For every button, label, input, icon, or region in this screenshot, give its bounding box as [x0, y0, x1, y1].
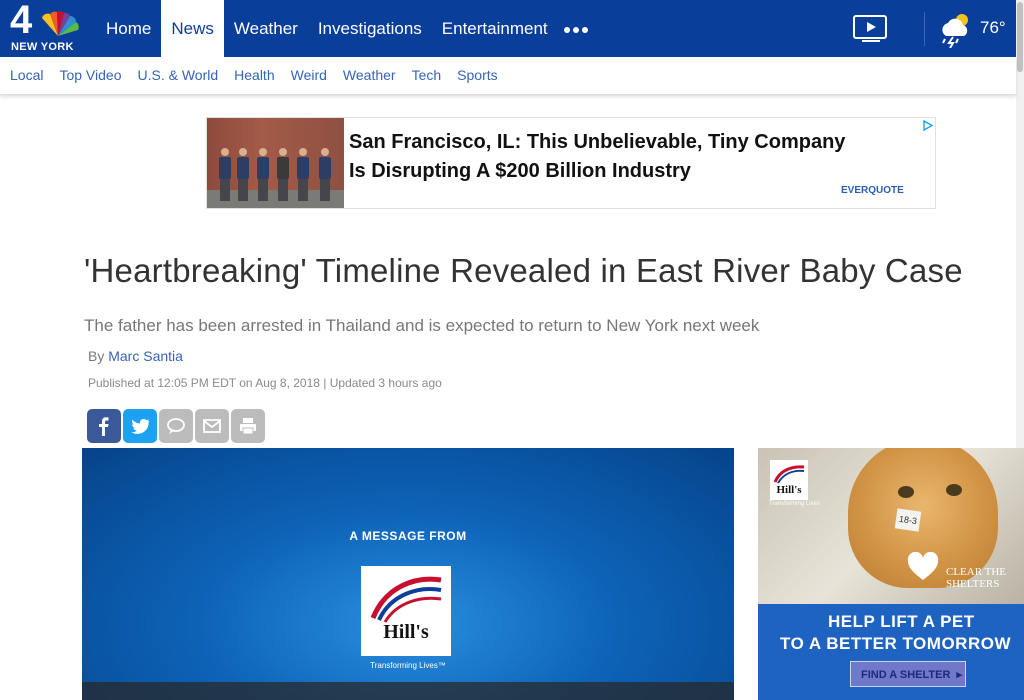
- comment-share-button[interactable]: [159, 409, 193, 443]
- side-advertisement[interactable]: 18-3 Hill's Transforming Lives CLEAR THE…: [758, 448, 1024, 700]
- twitter-icon: [131, 418, 150, 434]
- subnav-item-us-world[interactable]: U.S. & World: [137, 57, 218, 94]
- ad-brand: EVERQUOTE: [841, 185, 904, 196]
- find-shelter-button[interactable]: FIND A SHELTER ▸: [850, 661, 966, 687]
- current-temperature[interactable]: 76°: [980, 18, 1006, 38]
- subnav-item-tech[interactable]: Tech: [412, 57, 442, 94]
- logo-city: NEW YORK: [11, 41, 74, 53]
- article-subtitle: The father has been arrested in Thailand…: [84, 316, 760, 335]
- side-ad-brand: Hill's: [776, 484, 802, 496]
- hills-arc-icon: [370, 576, 442, 623]
- hills-mini-arc-icon: [773, 465, 805, 484]
- scrollbar-thumb[interactable]: [1017, 2, 1023, 72]
- hills-wordmark: Hill's: [383, 621, 429, 643]
- ad-headline-line1: San Francisco, IL: This Unbelievable, Ti…: [349, 131, 846, 153]
- side-ad-brand-tagline: Transforming Lives: [769, 501, 820, 507]
- article-title: 'Heartbreaking' Timeline Revealed in Eas…: [84, 252, 963, 289]
- nav-item-investigations[interactable]: Investigations: [308, 0, 432, 57]
- side-ad-line2: TO A BETTER TOMORROW: [780, 634, 1011, 653]
- adchoices-icon[interactable]: [922, 120, 933, 131]
- comment-icon: [167, 418, 185, 434]
- email-icon: [203, 419, 221, 433]
- share-toolbar: [87, 409, 267, 443]
- find-shelter-label: FIND A SHELTER: [861, 669, 951, 681]
- chevron-right-icon: ▸: [956, 669, 963, 681]
- nav-item-weather[interactable]: Weather: [224, 0, 308, 57]
- video-ad-message: A MESSAGE FROM: [349, 529, 467, 543]
- nav-item-home[interactable]: Home: [96, 0, 161, 57]
- hills-mini-logo: Hill's: [770, 460, 808, 500]
- heart-paw-icon: [907, 552, 939, 580]
- byline: By Marc Santia: [88, 348, 183, 364]
- campaign-name: CLEAR THE SHELTERS: [946, 566, 1006, 590]
- email-share-button[interactable]: [195, 409, 229, 443]
- facebook-share-button[interactable]: [87, 409, 121, 443]
- ad-photo: [207, 118, 344, 208]
- nav-item-entertainment[interactable]: Entertainment: [432, 0, 558, 57]
- video-control-bar[interactable]: [82, 682, 734, 700]
- subnav-item-top-video[interactable]: Top Video: [59, 57, 121, 94]
- banner-advertisement[interactable]: San Francisco, IL: This Unbelievable, Ti…: [206, 117, 936, 209]
- subnav-item-weird[interactable]: Weird: [291, 57, 327, 94]
- author-link[interactable]: Marc Santia: [108, 348, 183, 364]
- subnav-item-health[interactable]: Health: [234, 57, 274, 94]
- storm-cloud-icon[interactable]: [938, 10, 974, 48]
- subnav-item-local[interactable]: Local: [10, 57, 43, 94]
- section-subnav: Local Top Video U.S. & World Health Weir…: [0, 57, 1016, 95]
- print-icon: [240, 418, 256, 435]
- hills-tagline: Transforming Lives™: [370, 661, 446, 670]
- twitter-share-button[interactable]: [123, 409, 157, 443]
- subnav-item-weather[interactable]: Weather: [343, 57, 396, 94]
- top-navigation: 4 NEW YORK Home News Weather Investigati…: [0, 0, 1024, 57]
- video-play-icon[interactable]: [852, 14, 890, 42]
- nav-item-news[interactable]: News: [161, 0, 224, 57]
- ad-headline[interactable]: San Francisco, IL: This Unbelievable, Ti…: [349, 128, 919, 186]
- hills-logo: Hill's: [361, 566, 451, 656]
- nav-divider: [924, 12, 925, 46]
- main-nav: Home News Weather Investigations Enterta…: [96, 0, 558, 57]
- facebook-icon: [99, 417, 109, 436]
- byline-prefix: By: [88, 348, 105, 364]
- subnav-item-sports[interactable]: Sports: [457, 57, 497, 94]
- more-dots-icon[interactable]: [562, 17, 590, 37]
- publish-timestamp: Published at 12:05 PM EDT on Aug 8, 2018…: [88, 376, 442, 390]
- video-player[interactable]: A MESSAGE FROM Hill's Transforming Lives…: [82, 448, 734, 700]
- print-share-button[interactable]: [231, 409, 265, 443]
- side-ad-line1: HELP LIFT A PET: [828, 612, 975, 631]
- peacock-icon: [42, 11, 79, 36]
- collar-tag: 18-3: [894, 508, 922, 532]
- nbc-new-york-logo[interactable]: 4 NEW YORK: [8, 0, 82, 54]
- ad-headline-line2: Is Disrupting A $200 Billion Industry: [349, 160, 691, 182]
- logo-channel-number: 4: [10, 0, 33, 42]
